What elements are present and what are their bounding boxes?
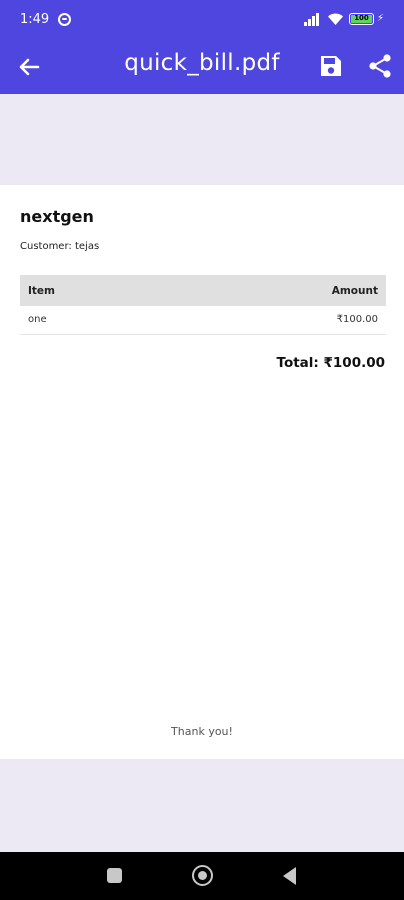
battery-level: 100: [351, 15, 372, 23]
system-nav-bar: [0, 852, 404, 900]
total-amount: Total: ₹100.00: [276, 355, 385, 371]
customer-label: Customer:: [20, 241, 72, 252]
footer-thank-you: Thank you!: [171, 725, 233, 738]
charging-icon: ⚡: [377, 13, 385, 24]
square-icon[interactable]: [107, 868, 122, 883]
app-bar: quick_bill.pdf: [0, 40, 404, 94]
column-header-item: Item: [28, 284, 55, 297]
circle-icon[interactable]: [192, 865, 213, 886]
amount-cell: ₹100.00: [169, 306, 386, 335]
battery-icon: 100: [349, 13, 374, 25]
company-name: nextgen: [20, 207, 94, 226]
triangle-back-icon[interactable]: [283, 867, 296, 885]
save-icon[interactable]: [318, 52, 344, 80]
wifi-icon: [328, 13, 343, 25]
customer-name: tejas: [74, 241, 100, 252]
share-icon[interactable]: [366, 52, 394, 80]
notification-icon: [58, 13, 71, 26]
items-table: Item Amount one ₹100.00: [20, 275, 386, 335]
status-time: 1:49: [20, 12, 50, 27]
status-bar: 1:49 100 ⚡: [0, 0, 404, 40]
item-cell: one: [20, 306, 170, 335]
signal-icon: [304, 13, 322, 26]
pdf-page[interactable]: nextgen Customer: tejas Item Amount one …: [0, 185, 404, 759]
table-header-row: Item Amount: [20, 275, 386, 306]
column-header-amount: Amount: [331, 284, 378, 297]
table-row: one ₹100.00: [20, 306, 386, 335]
customer-line: Customer: tejas: [20, 241, 99, 252]
